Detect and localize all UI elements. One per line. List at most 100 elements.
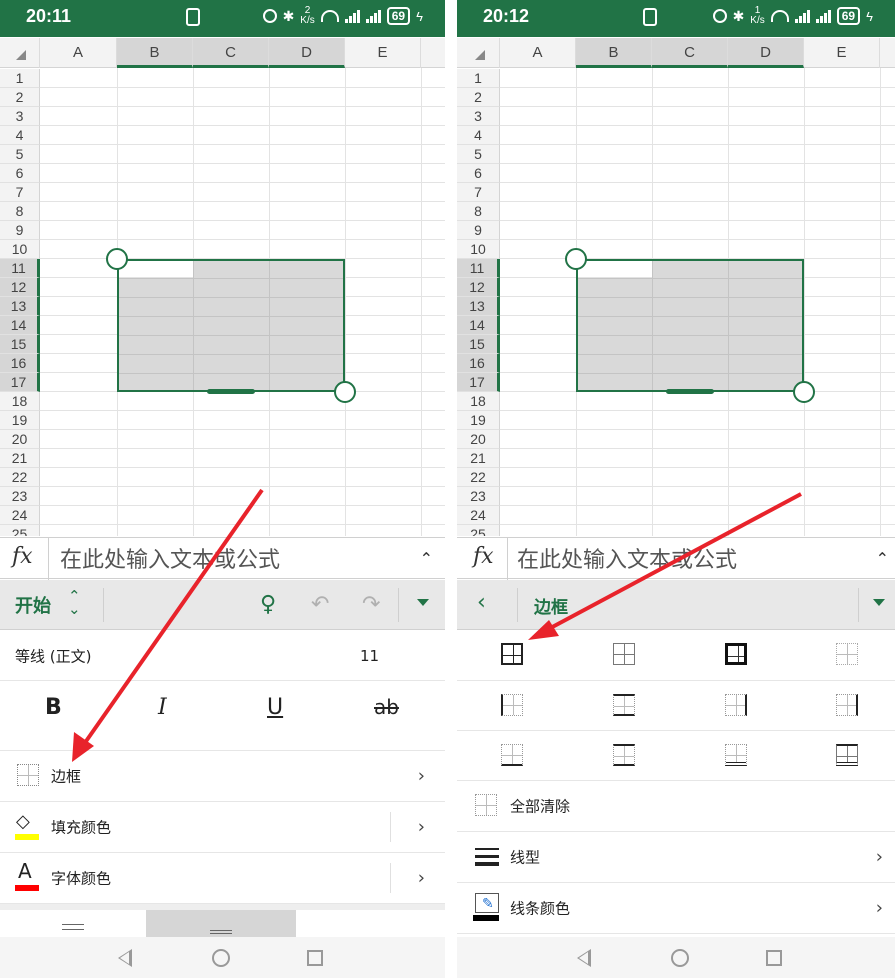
row-header-25[interactable]: 25 xyxy=(0,525,40,536)
row-header-24[interactable]: 24 xyxy=(457,506,500,525)
row-header-16[interactable]: 16 xyxy=(0,354,40,373)
collapse-ribbon-icon[interactable] xyxy=(873,599,885,606)
clear-all-menu-item[interactable]: 全部清除 xyxy=(457,781,895,832)
selection-handle-bottom-right[interactable] xyxy=(334,381,356,403)
double-bottom-border-icon[interactable] xyxy=(725,744,747,766)
underline-button[interactable]: U xyxy=(267,695,283,720)
column-header-b[interactable]: B xyxy=(576,38,652,68)
top-bottom-border-icon[interactable] xyxy=(613,744,635,766)
row-header-4[interactable]: 4 xyxy=(457,126,500,145)
row-header-6[interactable]: 6 xyxy=(0,164,40,183)
right-border-icon[interactable] xyxy=(725,694,747,716)
font-size[interactable]: 11 xyxy=(360,647,379,665)
line-color-menu-item[interactable]: ✎ 线条颜色 › xyxy=(457,883,895,934)
nav-recent-icon[interactable] xyxy=(307,950,323,966)
font-row[interactable]: 等线 (正文) 11 xyxy=(0,631,445,681)
column-header-e[interactable]: E xyxy=(345,38,421,68)
row-header-7[interactable]: 7 xyxy=(457,183,500,202)
row-header-21[interactable]: 21 xyxy=(0,449,40,468)
select-all-corner[interactable] xyxy=(0,38,40,68)
thick-bottom-border-icon[interactable] xyxy=(836,744,858,766)
row-header-2[interactable]: 2 xyxy=(457,88,500,107)
line-style-menu-item[interactable]: 线型 › xyxy=(457,832,895,883)
fx-icon[interactable]: fx xyxy=(12,544,33,569)
row-header-17[interactable]: 17 xyxy=(0,373,40,392)
lightbulb-icon[interactable]: ♀ xyxy=(260,592,276,617)
border-menu-item[interactable]: 边框 › xyxy=(0,751,445,802)
formula-input[interactable]: 在此处输入文本或公式 xyxy=(517,542,737,574)
row-header-16[interactable]: 16 xyxy=(457,354,500,373)
bottom-border-icon[interactable] xyxy=(501,744,523,766)
row-header-17[interactable]: 17 xyxy=(457,373,500,392)
row-header-19[interactable]: 19 xyxy=(0,411,40,430)
row-header-9[interactable]: 9 xyxy=(457,221,500,240)
row-header-22[interactable]: 22 xyxy=(0,468,40,487)
left-border-icon[interactable] xyxy=(501,694,523,716)
column-header-a[interactable]: A xyxy=(40,38,117,68)
redo-icon[interactable]: ↷ xyxy=(362,592,380,617)
column-header-c[interactable]: C xyxy=(193,38,269,68)
column-header-a[interactable]: A xyxy=(500,38,576,68)
row-header-13[interactable]: 13 xyxy=(457,297,500,316)
selection-handle-bottom-right[interactable] xyxy=(793,381,815,403)
row-header-12[interactable]: 12 xyxy=(457,278,500,297)
row-header-11[interactable]: 11 xyxy=(0,259,40,278)
fill-handle[interactable] xyxy=(666,389,714,394)
nav-recent-icon[interactable] xyxy=(766,950,782,966)
inside-borders-icon[interactable] xyxy=(613,643,635,665)
row-header-6[interactable]: 6 xyxy=(457,164,500,183)
nav-back-icon[interactable] xyxy=(118,949,132,967)
fx-icon[interactable]: fx xyxy=(473,544,494,569)
row-header-23[interactable]: 23 xyxy=(0,487,40,506)
center-border-icon[interactable] xyxy=(613,694,635,716)
sheet-tab-active[interactable] xyxy=(146,910,296,937)
row-header-2[interactable]: 2 xyxy=(0,88,40,107)
row-header-14[interactable]: 14 xyxy=(0,316,40,335)
nav-home-icon[interactable] xyxy=(671,949,689,967)
row-header-22[interactable]: 22 xyxy=(457,468,500,487)
row-header-5[interactable]: 5 xyxy=(457,145,500,164)
column-header-f[interactable] xyxy=(421,38,445,68)
selection-border[interactable] xyxy=(117,259,345,392)
expand-up-icon[interactable]: ⌃ xyxy=(420,549,433,568)
collapse-ribbon-icon[interactable] xyxy=(417,599,429,606)
row-header-18[interactable]: 18 xyxy=(0,392,40,411)
row-header-3[interactable]: 3 xyxy=(457,107,500,126)
row-header-1[interactable]: 1 xyxy=(457,69,500,88)
switch-tab-icon[interactable]: ⌃ ⌄ xyxy=(68,589,81,617)
select-all-corner[interactable] xyxy=(457,38,500,68)
row-header-3[interactable]: 3 xyxy=(0,107,40,126)
bold-button[interactable]: B xyxy=(45,695,62,720)
column-header-b[interactable]: B xyxy=(117,38,193,68)
chevron-right-icon[interactable]: › xyxy=(418,817,425,838)
formula-input[interactable]: 在此处输入文本或公式 xyxy=(60,542,280,574)
row-header-21[interactable]: 21 xyxy=(457,449,500,468)
strikethrough-button[interactable]: ab xyxy=(374,695,399,719)
row-header-20[interactable]: 20 xyxy=(0,430,40,449)
column-header-e[interactable]: E xyxy=(804,38,880,68)
row-header-24[interactable]: 24 xyxy=(0,506,40,525)
row-header-8[interactable]: 8 xyxy=(457,202,500,221)
row-header-25[interactable]: 25 xyxy=(457,525,500,536)
row-header-4[interactable]: 4 xyxy=(0,126,40,145)
no-border-icon[interactable] xyxy=(836,643,858,665)
row-header-14[interactable]: 14 xyxy=(457,316,500,335)
column-header-d[interactable]: D xyxy=(269,38,345,68)
row-header-10[interactable]: 10 xyxy=(0,240,40,259)
outer-dotted-border-icon[interactable] xyxy=(836,694,858,716)
italic-button[interactable]: I xyxy=(158,695,167,720)
row-header-10[interactable]: 10 xyxy=(457,240,500,259)
font-name[interactable]: 等线 (正文) xyxy=(15,645,91,666)
row-header-12[interactable]: 12 xyxy=(0,278,40,297)
selection-border[interactable] xyxy=(576,259,804,392)
row-header-23[interactable]: 23 xyxy=(457,487,500,506)
all-borders-icon[interactable] xyxy=(501,643,523,665)
row-header-13[interactable]: 13 xyxy=(0,297,40,316)
tab-home[interactable]: 开始 xyxy=(15,592,51,618)
fill-color-menu-item[interactable]: ◇ 填充颜色 › xyxy=(0,802,445,853)
fill-handle[interactable] xyxy=(207,389,255,394)
column-header-c[interactable]: C xyxy=(652,38,728,68)
row-header-20[interactable]: 20 xyxy=(457,430,500,449)
menu-lines-icon[interactable] xyxy=(62,924,84,930)
row-header-8[interactable]: 8 xyxy=(0,202,40,221)
